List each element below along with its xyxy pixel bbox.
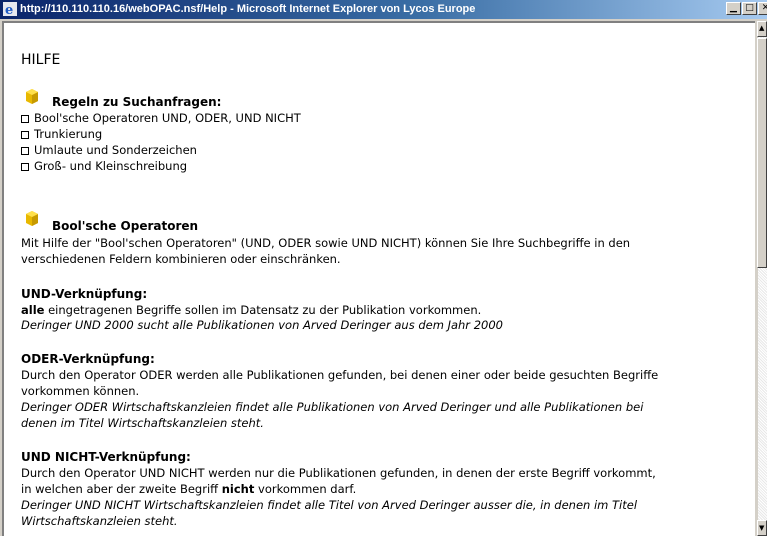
scroll-up-button[interactable]: ▲ bbox=[757, 21, 767, 37]
oder-example-2: denen im Titel Wirtschaftskanzleien steh… bbox=[21, 416, 264, 430]
bool-intro-line-1: Mit Hilfe der "Bool'schen Operatoren" (U… bbox=[21, 236, 631, 250]
undnicht-example-1: Deringer UND NICHT Wirtschaftskanzleien … bbox=[21, 498, 638, 512]
bool-section-title: Bool'sche Operatoren bbox=[52, 219, 199, 233]
cube-bullet-icon bbox=[26, 211, 38, 226]
oder-title: ODER-Verknüpfung: bbox=[21, 352, 155, 366]
rules-link-bool-label: Bool'sche Operatoren UND, ODER, UND NICH… bbox=[34, 111, 301, 125]
svg-text:e: e bbox=[5, 3, 13, 16]
window-titlebar[interactable]: e http://110.110.110.16/webOPAC.nsf/Help… bbox=[0, 0, 767, 19]
close-button[interactable]: ✕ bbox=[758, 2, 767, 15]
checkbox-icon bbox=[21, 115, 29, 123]
rules-link-trunkierung-label: Trunkierung bbox=[34, 127, 103, 141]
minimize-button[interactable]: ▁ bbox=[726, 2, 741, 15]
oder-example-1: Deringer ODER Wirtschaftskanzleien finde… bbox=[21, 400, 644, 414]
undnicht-example-2: Wirtschaftskanzleien steht. bbox=[21, 514, 178, 528]
undnicht-keyword: nicht bbox=[221, 482, 255, 496]
undnicht-line-2a: in welchen aber der zweite Begriff bbox=[21, 482, 222, 496]
undnicht-line-1: Durch den Operator UND NICHT werden nur … bbox=[21, 466, 656, 480]
close-icon: ✕ bbox=[761, 3, 767, 13]
rules-link-bool[interactable]: Bool'sche Operatoren UND, ODER, UND NICH… bbox=[21, 111, 301, 125]
und-title: UND-Verknüpfung: bbox=[21, 287, 148, 301]
undnicht-title: UND NICHT-Verknüpfung: bbox=[21, 450, 191, 464]
maximize-button[interactable]: □ bbox=[742, 2, 757, 15]
checkbox-icon bbox=[21, 163, 29, 171]
oder-line-1: Durch den Operator ODER werden alle Publ… bbox=[21, 368, 659, 382]
checkbox-icon bbox=[21, 131, 29, 139]
minimize-icon: ▁ bbox=[730, 3, 737, 13]
bool-intro-line-2: verschiedenen Feldern kombinieren oder e… bbox=[21, 252, 341, 266]
und-example: Deringer UND 2000 sucht alle Publikation… bbox=[21, 318, 503, 332]
internet-explorer-icon: e bbox=[3, 2, 17, 16]
rules-link-umlaute[interactable]: Umlaute und Sonderzeichen bbox=[21, 143, 197, 157]
rules-link-schreibung[interactable]: Groß- und Kleinschreibung bbox=[21, 159, 187, 173]
undnicht-line-2b: vorkommen darf. bbox=[254, 482, 357, 496]
und-keyword: alle bbox=[21, 303, 45, 317]
arrow-down-icon: ▼ bbox=[759, 524, 765, 532]
page-title: HILFE bbox=[21, 52, 61, 68]
rules-link-umlaute-label: Umlaute und Sonderzeichen bbox=[34, 143, 197, 157]
und-description: alle eingetragenen Begriffe sollen im Da… bbox=[21, 303, 481, 317]
undnicht-line-2: in welchen aber der zweite Begriff nicht… bbox=[21, 482, 356, 496]
rules-section-title: Regeln zu Suchanfragen: bbox=[52, 95, 222, 109]
rules-link-schreibung-label: Groß- und Kleinschreibung bbox=[34, 159, 188, 173]
scrollbar-thumb[interactable] bbox=[757, 38, 767, 268]
scroll-down-button[interactable]: ▼ bbox=[757, 520, 767, 536]
rules-link-trunkierung[interactable]: Trunkierung bbox=[21, 127, 102, 141]
und-description-rest: eingetragenen Begriffe sollen im Datensa… bbox=[44, 303, 482, 317]
window-title: http://110.110.110.16/webOPAC.nsf/Help -… bbox=[20, 3, 476, 15]
arrow-up-icon: ▲ bbox=[759, 24, 765, 32]
maximize-icon: □ bbox=[745, 3, 754, 13]
cube-bullet-icon bbox=[26, 89, 38, 104]
oder-line-2: vorkommen können. bbox=[21, 384, 140, 398]
checkbox-icon bbox=[21, 147, 29, 155]
